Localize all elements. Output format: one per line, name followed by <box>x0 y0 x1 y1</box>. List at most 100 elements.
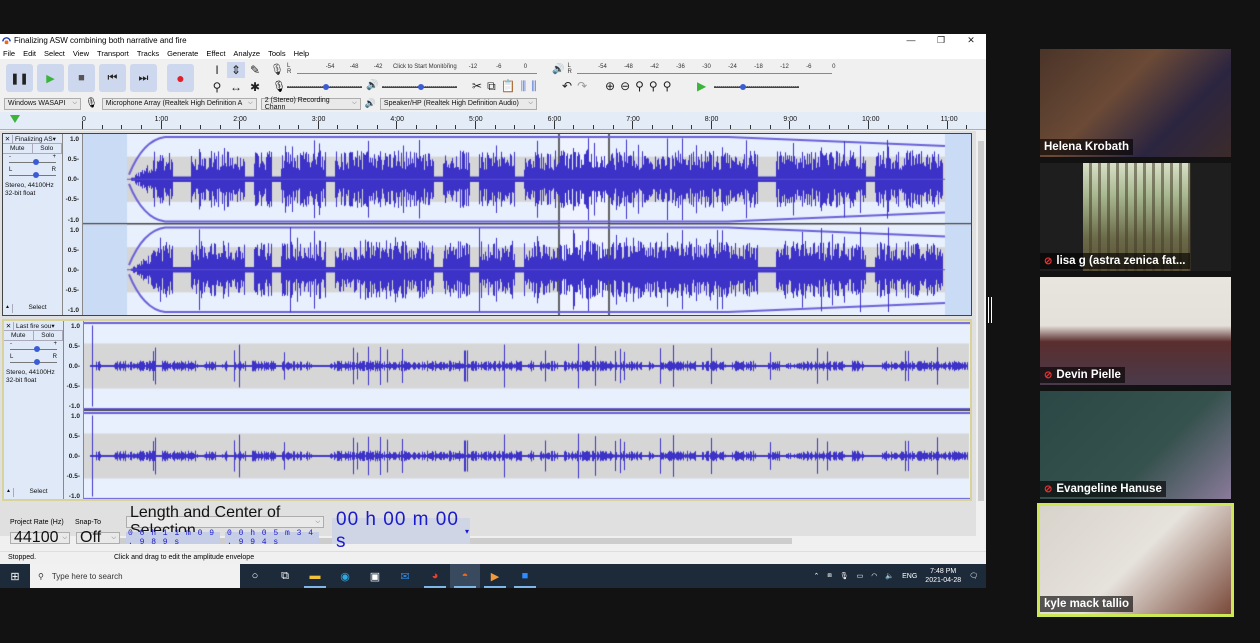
select-button[interactable]: Select <box>14 488 63 497</box>
menu-file[interactable]: File <box>3 49 15 58</box>
selection-center-field[interactable]: 0 0 h 0 5 m 3 4 . 9 9 4 s <box>225 529 319 547</box>
participant-video-tile[interactable]: ⊘ lisa g (astra zenica fat... <box>1040 163 1231 271</box>
track-name-menu[interactable]: Finalizing AS▾ <box>13 135 62 143</box>
copy-icon[interactable]: ⧉ <box>487 79 496 94</box>
project-rate-select[interactable]: 44100 ⌵ <box>10 529 70 546</box>
time-shift-tool-icon[interactable]: ↔ <box>227 79 245 95</box>
timeline-ruler[interactable]: 0 1:00 2:00 3:00 4:00 5:00 6:00 7:00 8:00 9:00 10:… <box>0 112 986 130</box>
audio-position-display[interactable]: 00 h 00 m 00 s ▾ <box>332 509 470 552</box>
envelope-tool-icon[interactable]: ⇕ <box>227 62 245 78</box>
playback-meter[interactable]: 🔊 L R -54 -48 -42 -36 -30 -24 -18 -12 -6 0 <box>552 62 835 76</box>
skip-to-start-button[interactable]: ⏮ <box>99 64 126 92</box>
zoom-toggle-icon[interactable]: ⚲ <box>663 79 672 93</box>
clock[interactable]: 7:48 PM 2021-04-28 <box>925 567 961 585</box>
slider-knob[interactable] <box>34 346 40 352</box>
track-name-menu[interactable]: Last fire sou▾ <box>14 322 63 330</box>
mute-button[interactable]: Mute <box>3 144 33 153</box>
draw-tool-icon[interactable]: ✎ <box>246 62 264 78</box>
selection-tool-icon[interactable]: I <box>208 62 226 78</box>
trim-icon[interactable]: ⫼ <box>521 79 527 94</box>
selection-mode-select[interactable]: Length and Center of Selection ⌵ <box>126 504 324 539</box>
slider-knob[interactable] <box>33 172 39 178</box>
solo-button[interactable]: Solo <box>33 144 62 153</box>
gain-slider[interactable]: - + <box>9 154 56 167</box>
zoom-app-icon[interactable]: ■ <box>510 564 540 588</box>
stop-button[interactable]: ■ <box>68 64 95 92</box>
collapse-track-icon[interactable]: ▲ <box>3 304 13 313</box>
recording-device-select[interactable]: Microphone Array (Realtek High Definitio… <box>101 97 257 110</box>
microphone-in-use-icon[interactable]: 🎙 <box>840 572 849 580</box>
mail-icon[interactable]: ✉ <box>390 564 420 588</box>
menu-edit[interactable]: Edit <box>23 49 36 58</box>
multi-tool-icon[interactable]: ✱ <box>246 79 264 95</box>
minimize-button[interactable]: — <box>896 34 926 47</box>
recording-channels-select[interactable]: 2 (Stereo) Recording Chann ⌵ <box>260 97 361 111</box>
select-button[interactable]: Select <box>13 304 62 313</box>
meet-now-icon[interactable]: ⧈ <box>827 572 831 580</box>
participant-video-tile[interactable]: Helena Krobath <box>1040 49 1231 157</box>
waveform[interactable] <box>84 321 970 499</box>
pause-button[interactable]: ❚❚ <box>6 64 33 92</box>
battery-icon[interactable]: ▭ <box>857 572 864 580</box>
play-at-speed-icon[interactable]: ▶ <box>697 79 706 93</box>
scrollbar-thumb[interactable] <box>978 141 984 501</box>
waveform-canvas-area[interactable] <box>83 134 971 315</box>
recording-volume-slider[interactable] <box>285 80 365 94</box>
pan-slider[interactable]: LR <box>9 167 56 180</box>
audacity-icon[interactable]: ◓ <box>450 564 480 588</box>
panel-splitter-handle[interactable] <box>988 297 992 323</box>
participant-video-tile[interactable]: kyle mack tallio <box>1037 503 1234 617</box>
waveform-canvas-area[interactable] <box>84 321 970 499</box>
zoom-out-icon[interactable]: ⊖ <box>620 79 630 93</box>
mute-button[interactable]: Mute <box>4 331 34 340</box>
playback-device-select[interactable]: Speaker/HP (Realtek High Definition Audi… <box>379 97 537 110</box>
show-hidden-icons[interactable]: ⌃ <box>813 572 819 580</box>
paste-icon[interactable]: 📋 <box>501 79 516 94</box>
volume-icon[interactable]: 🔈 <box>885 572 894 580</box>
participant-video-tile[interactable]: ⊘ Devin Pielle <box>1040 277 1231 385</box>
wifi-icon[interactable]: ◠ <box>871 572 877 580</box>
silence-icon[interactable]: ⫼ <box>531 79 537 94</box>
cut-icon[interactable]: ✂ <box>472 79 482 94</box>
menu-effect[interactable]: Effect <box>206 49 225 58</box>
pan-slider[interactable]: LR <box>10 354 57 367</box>
record-button[interactable]: ● <box>167 64 194 92</box>
participant-video-tile[interactable]: ⊘ Evangeline Hanuse <box>1040 391 1231 499</box>
selection-length-field[interactable]: 0 0 h 1 1 m 0 9 . 9 8 9 s <box>126 529 220 547</box>
task-view-icon[interactable]: ⧉ <box>270 564 300 588</box>
menu-tracks[interactable]: Tracks <box>137 49 159 58</box>
menu-generate[interactable]: Generate <box>167 49 198 58</box>
audio-track[interactable]: ✕ Finalizing AS▾ Mute Solo - + L R Stereo, 44100… <box>2 133 972 316</box>
play-head-icon[interactable] <box>10 115 20 123</box>
file-explorer-icon[interactable]: ▬ <box>300 564 330 588</box>
cortana-icon[interactable]: ○ <box>240 564 270 588</box>
amplitude-scale[interactable]: 1.0 0.5- 0.0- -0.5- -1.0 1.0 0.5- 0.0- -0.5- -1.0 <box>64 321 84 500</box>
waveform[interactable] <box>83 134 971 315</box>
snap-to-select[interactable]: Off ⌵ <box>76 529 120 546</box>
redo-icon[interactable]: ↷ <box>577 79 587 93</box>
zoom-tool-icon[interactable]: ⚲ <box>208 79 226 95</box>
close-track-icon[interactable]: ✕ <box>3 134 13 143</box>
edge-icon[interactable]: ◉ <box>330 564 360 588</box>
play-button[interactable]: ▶ <box>37 64 64 92</box>
menu-tools[interactable]: Tools <box>268 49 286 58</box>
solo-button[interactable]: Solo <box>34 331 63 340</box>
undo-icon[interactable]: ↶ <box>562 79 572 93</box>
audio-track[interactable]: ✕ Last fire sou▾ Mute Solo - + L R Stereo, 44100… <box>2 319 972 501</box>
taskbar-search-box[interactable]: ⚲ Type here to search <box>30 564 240 588</box>
vertical-scrollbar[interactable] <box>976 131 986 536</box>
audio-host-select[interactable]: Windows WASAPI ⌵ <box>4 97 81 110</box>
zoom-in-icon[interactable]: ⊕ <box>605 79 615 93</box>
chrome-icon[interactable]: ◕ <box>420 564 450 588</box>
restore-button[interactable]: ❐ <box>926 34 956 47</box>
language-indicator[interactable]: ENG <box>902 573 917 580</box>
close-button[interactable]: ✕ <box>956 34 986 47</box>
start-monitoring-prompt[interactable]: Click to Start Monitoring <box>392 64 457 70</box>
collapse-track-icon[interactable]: ▲ <box>4 488 14 497</box>
slider-knob[interactable] <box>34 359 40 365</box>
play-at-speed-slider[interactable] <box>712 80 802 94</box>
fit-selection-icon[interactable]: ⚲ <box>635 79 644 93</box>
menu-select[interactable]: Select <box>44 49 65 58</box>
menu-transport[interactable]: Transport <box>97 49 129 58</box>
windows-start-icon[interactable]: ⊞ <box>0 570 30 583</box>
